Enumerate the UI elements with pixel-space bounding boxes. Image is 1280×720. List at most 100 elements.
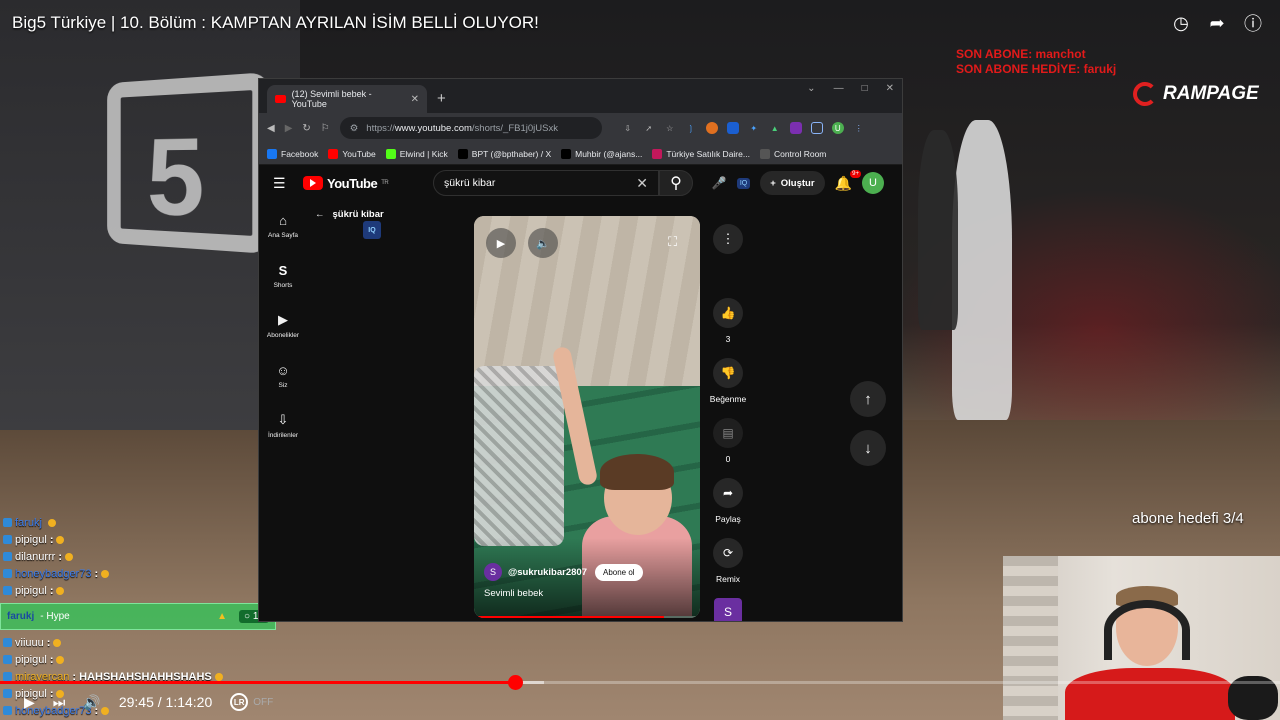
tab-youtube-short[interactable]: (12) Sevimli bebek - YouTube ✕ [267,85,427,113]
play-icon[interactable]: ▶ [24,694,35,711]
close-window-icon[interactable]: ✕ [886,83,894,94]
next-icon[interactable]: ⏭ [53,694,66,711]
share-icon[interactable]: ➦ [1206,12,1228,34]
nav-you[interactable]: ☺ Siz [259,351,307,401]
previous-short-button[interactable]: ↑ [850,381,886,417]
progress-played [0,681,515,684]
short-actions: ⋮ 👍 3 👎 Beğenme ▤ 0 ➦ Paylaş ⟳ Remix S [703,224,753,621]
sub-badge-icon [3,552,12,561]
tab-strip: (12) Sevimli bebek - YouTube ✕ + ⌄ — □ ✕ [259,79,902,113]
volume-icon: 🔈 [536,237,550,250]
iq-overlay-badge[interactable]: IQ [363,221,381,239]
extension-blue-icon[interactable] [726,122,739,134]
remix-icon[interactable]: ⟳ [713,538,743,568]
time-display: 29:45 / 1:14:20 [118,694,213,710]
chat-username[interactable]: farukj [15,517,42,529]
chat-username[interactable]: viiuuu [15,637,44,649]
chat-username[interactable]: dilanurrr [15,551,55,563]
install-icon[interactable]: ⇩ [622,122,634,134]
new-tab-button[interactable]: + [437,90,446,107]
clear-search-icon[interactable]: ✕ [636,175,648,192]
volume-icon[interactable]: 🔊 [83,694,100,711]
chat-username[interactable]: pipigul [15,585,47,597]
shorts-back-row[interactable]: ← şükrü kibar [315,209,384,220]
profile-icon[interactable]: U [831,122,844,134]
short-mute-button[interactable]: 🔈 [528,228,558,258]
youtube-logo[interactable]: YouTube TR [303,176,389,191]
subscribe-button[interactable]: Abone ol [594,563,643,581]
comment-icon[interactable]: ▤ [713,418,743,448]
maximize-icon[interactable]: □ [862,83,868,94]
back-icon[interactable]: ◀ [267,123,275,134]
short-video-player[interactable]: ▶ 🔈 ⛶ S @sukrukibar2807 Abone ol Sevimli… [474,216,700,618]
create-button[interactable]: + Oluştur [760,171,825,195]
nav-shorts[interactable]: S Shorts [259,251,307,301]
nav-home[interactable]: ⌂ Ana Sayfa [259,201,307,251]
menu-icon[interactable]: ⋮ [853,122,865,134]
scrubber-handle[interactable] [507,675,523,690]
iq-extension-icon[interactable]: IQ [736,177,751,189]
voice-search-icon[interactable]: 🎤 [712,176,727,190]
like-action[interactable]: 👍 3 [703,298,753,344]
share-label: Paylaş [715,514,741,524]
short-progress[interactable] [474,616,700,618]
bookmark-item[interactable]: Elwind | Kick [385,148,448,159]
nav-subscriptions[interactable]: ▶ Abonelikler [259,301,307,351]
bookmark-item[interactable]: Control Room [759,148,826,159]
info-icon[interactable]: ⓘ [1242,12,1264,34]
share-page-icon[interactable]: ➚ [643,122,655,134]
back-arrow-icon[interactable]: ← [315,209,325,220]
sidepanel-icon[interactable] [810,122,823,134]
tab-search-icon[interactable]: ⌄ [807,83,815,94]
lr-toggle[interactable]: LR OFF [230,693,273,711]
extension-purple-icon[interactable] [789,122,802,134]
site-info-icon[interactable]: ⚙ [350,123,359,134]
hamburger-menu-icon[interactable]: ☰ [273,175,293,192]
reload-icon[interactable]: ↻ [302,123,310,134]
tab-close-icon[interactable]: ✕ [411,94,419,105]
bookmark-item[interactable]: YouTube [328,148,376,159]
notifications-bell-icon[interactable]: 🔔 9+ [835,169,861,192]
dislike-action[interactable]: 👎 Beğenme [703,358,753,404]
search-button[interactable]: ⚲ [659,170,693,196]
video-progress-bar[interactable] [0,675,1280,690]
next-short-button[interactable]: ↓ [850,430,886,466]
bookmark-home-icon[interactable]: ⚐ [321,123,330,134]
bookmark-item[interactable]: Türkiye Satılık Daire... [652,148,750,159]
watch-later-icon[interactable]: ◷ [1170,12,1192,34]
chat-username[interactable]: pipigul [15,654,47,666]
channel-handle[interactable]: @sukrukibar2807 [508,567,587,578]
more-options-icon[interactable]: ⋮ [713,224,743,254]
share-action[interactable]: ➦ Paylaş [703,478,753,524]
search-input[interactable]: şükrü kibar ✕ [433,170,659,196]
channel-avatar[interactable]: S [484,563,502,581]
bookmark-item[interactable]: BPT (@bpthaber) / X [457,148,551,159]
share-icon[interactable]: ➦ [713,478,743,508]
thumbs-down-icon[interactable]: 👎 [713,358,743,388]
comment-action[interactable]: ▤ 0 [703,418,753,464]
extension-orange-icon[interactable] [705,122,718,134]
studio-logo: 5 [107,72,270,254]
dancer-figure [918,130,958,330]
remix-action[interactable]: ⟳ Remix [703,538,753,584]
thumbs-up-icon[interactable]: 👍 [713,298,743,328]
forward-icon[interactable]: ▶ [285,123,293,134]
sub-badge-icon [3,518,12,527]
star-icon[interactable]: ☆ [664,122,676,134]
extension-flask-icon[interactable]: ▲ [769,122,781,134]
chat-username[interactable]: pipigul [15,534,47,546]
short-title[interactable]: Sevimli bebek [484,588,543,599]
bookmark-item[interactable]: Facebook [267,148,318,159]
extension-puzzle-icon[interactable]: ✦ [748,122,760,134]
chat-username[interactable]: honeybadger73 [15,568,91,580]
extension-audio-icon[interactable]: ❳ [685,122,697,134]
bookmark-item[interactable]: Muhbir (@ajans... [561,148,642,159]
account-avatar[interactable]: U [862,172,884,194]
fullscreen-icon[interactable]: ⛶ [668,234,677,250]
minimize-icon[interactable]: — [834,83,844,94]
channel-avatar-square[interactable]: S [714,598,742,621]
rampage-mark-icon [1133,82,1157,106]
short-play-button[interactable]: ▶ [486,228,516,258]
address-bar[interactable]: ⚙ https://www.youtube.com/shorts/_FB1j0j… [339,117,602,139]
nav-downloads[interactable]: ⇩ İndirilenler [259,401,307,451]
